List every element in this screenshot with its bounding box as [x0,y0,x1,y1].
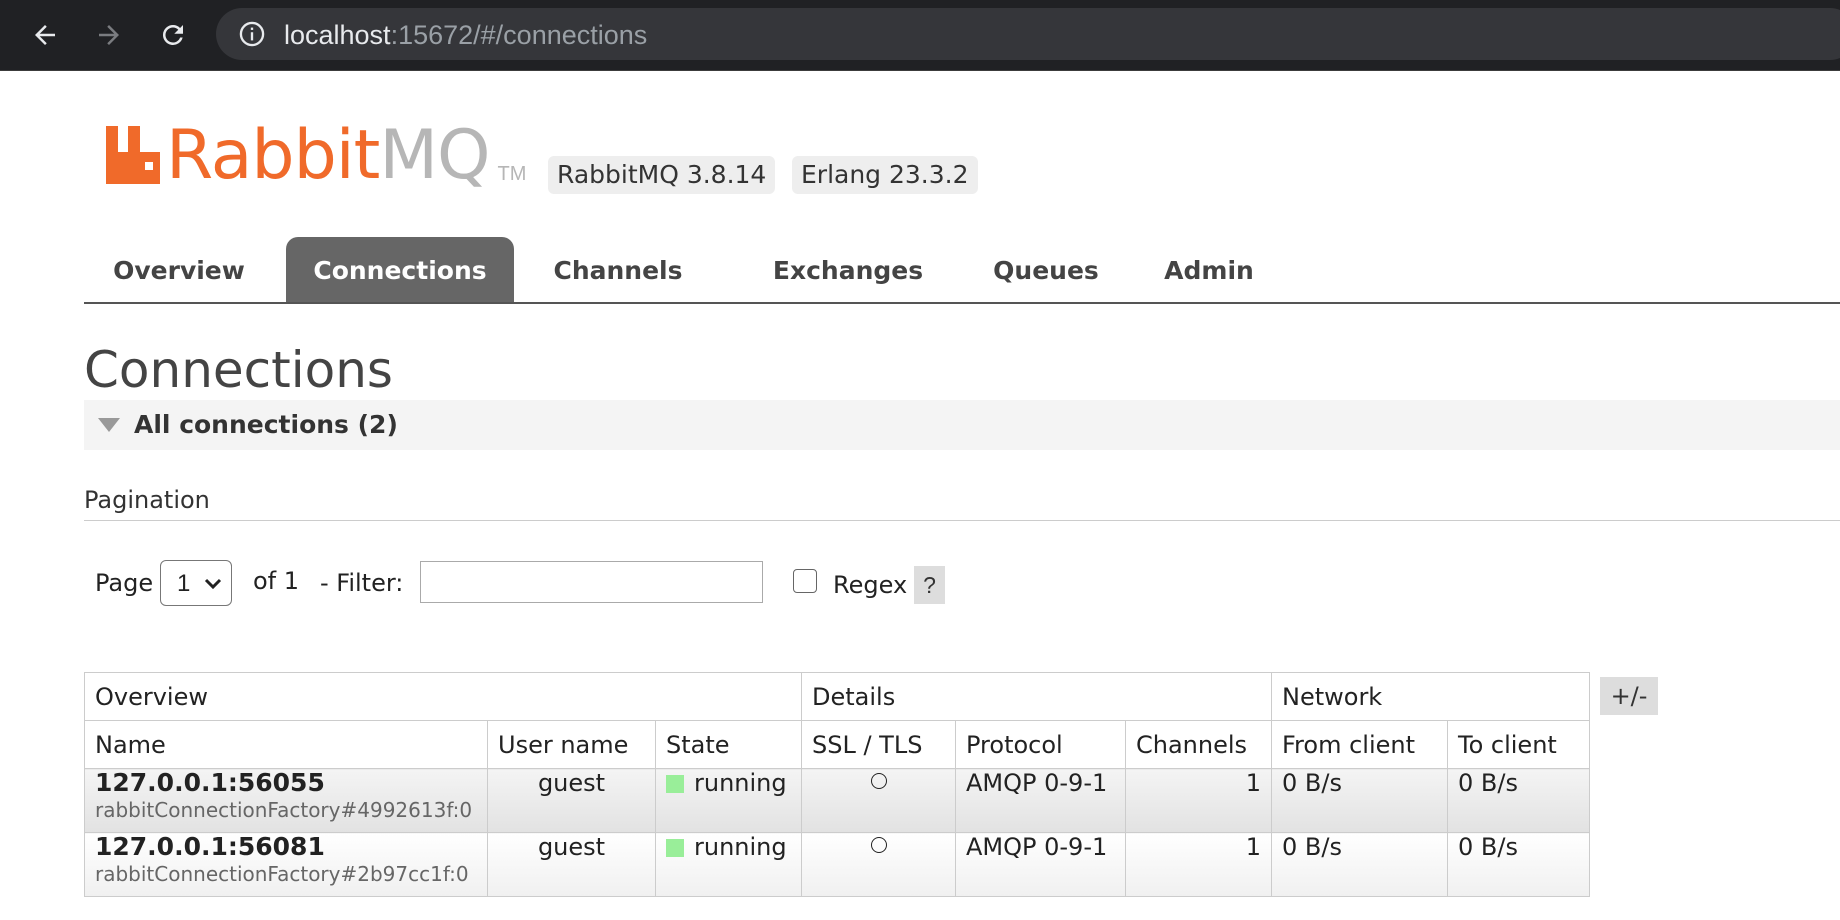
connection-name-cell[interactable]: 127.0.0.1:56081 rabbitConnectionFactory#… [84,832,488,897]
page-select-value: 1 [177,570,191,597]
column-header-from-client[interactable]: From client [1271,720,1448,769]
logo-rabbit-text: Rabbit [166,116,380,195]
ssl-disabled-circle-icon [870,837,887,853]
regex-help-button[interactable]: ? [914,566,945,604]
state-cell: running [655,768,802,833]
pagination-divider [84,520,1840,521]
tab-connections[interactable]: Connections [286,237,514,302]
to-client-cell: 0 B/s [1447,832,1590,897]
column-header-user-name[interactable]: User name [487,720,656,769]
user-name-cell: guest [487,768,656,833]
reload-icon [162,24,183,45]
from-client-cell: 0 B/s [1271,768,1448,833]
group-header-network: Network [1271,672,1590,721]
tab-overview[interactable]: Overview [84,237,274,302]
main-nav-tabs: Overview Connections Channels Exchanges … [84,237,1840,304]
regex-checkbox[interactable] [793,569,817,593]
info-icon[interactable] [238,20,266,48]
page-title: Connections [84,341,393,399]
group-header-details: Details [801,672,1272,721]
regex-label: Regex [833,571,908,599]
logo-mq-text: MQ [379,116,490,195]
back-button[interactable] [24,14,66,56]
ssl-disabled-circle-icon [870,773,887,789]
filter-input[interactable] [420,561,763,603]
ssl-tls-cell [801,768,956,833]
url-host: localhost [284,20,391,50]
page-label: Page [95,569,154,597]
connection-name-link[interactable]: 127.0.0.1:56081 [95,833,477,861]
back-arrow-icon [35,25,55,45]
state-running-indicator [666,775,684,793]
browser-toolbar: localhost:15672/#/connections [0,0,1840,71]
protocol-cell: AMQP 0-9-1 [955,832,1126,897]
state-text: running [694,833,787,861]
channels-cell: 1 [1125,832,1272,897]
column-header-state[interactable]: State [655,720,802,769]
connection-client-name: rabbitConnectionFactory#4992613f:0 [95,798,473,822]
table-row[interactable]: 127.0.0.1:56055 rabbitConnectionFactory#… [84,768,1590,833]
to-client-cell: 0 B/s [1447,768,1590,833]
all-connections-section-toggle[interactable]: All connections (2) [84,400,1840,450]
erlang-version-badge: Erlang 23.3.2 [792,156,978,194]
reload-button[interactable] [152,14,194,56]
column-header-protocol[interactable]: Protocol [955,720,1126,769]
tab-exchanges[interactable]: Exchanges [748,237,948,302]
url-text: localhost:15672/#/connections [284,20,647,50]
ssl-tls-cell [801,832,956,897]
user-name-cell: guest [487,832,656,897]
table-group-header-row: Overview Details Network [84,672,1590,721]
from-client-cell: 0 B/s [1271,832,1448,897]
column-header-name[interactable]: Name [84,720,488,769]
toggle-columns-button[interactable]: +/- [1600,677,1658,715]
forward-button[interactable] [88,14,130,56]
rabbitmq-logo-icon [106,126,160,184]
logo-trademark: TM [497,163,527,185]
channels-cell: 1 [1125,768,1272,833]
column-header-to-client[interactable]: To client [1447,720,1590,769]
state-text: running [694,769,787,797]
tab-admin[interactable]: Admin [1140,237,1278,302]
address-bar[interactable]: localhost:15672/#/connections [216,8,1840,60]
forward-arrow-icon [99,25,119,45]
connection-client-name: rabbitConnectionFactory#2b97cc1f:0 [95,862,469,886]
connection-name-cell[interactable]: 127.0.0.1:56055 rabbitConnectionFactory#… [84,768,488,833]
page-select[interactable]: 1 [160,560,232,606]
filter-label: - Filter: [320,569,404,597]
chevron-down-icon [204,578,222,590]
collapse-triangle-icon [98,418,120,432]
section-title: All connections (2) [134,410,398,439]
protocol-cell: AMQP 0-9-1 [955,768,1126,833]
table-row[interactable]: 127.0.0.1:56081 rabbitConnectionFactory#… [84,832,1590,897]
connection-name-link[interactable]: 127.0.0.1:56055 [95,769,477,797]
rabbitmq-version-badge: RabbitMQ 3.8.14 [548,156,776,194]
tab-queues[interactable]: Queues [968,237,1124,302]
table-column-header-row[interactable]: Name User name State SSL / TLS Protocol … [84,720,1590,769]
state-running-indicator [666,839,684,857]
url-path: :15672/#/connections [390,20,648,50]
connections-table: Overview Details Network Name User name … [84,672,1590,897]
page-count-label: of 1 [253,567,300,595]
column-header-ssl-tls[interactable]: SSL / TLS [801,720,956,769]
group-header-overview: Overview [84,672,802,721]
column-header-channels[interactable]: Channels [1125,720,1272,769]
tab-channels[interactable]: Channels [534,237,702,302]
state-cell: running [655,832,802,897]
rabbitmq-logo[interactable]: Rabbit MQ TM [106,120,526,192]
pagination-heading: Pagination [84,486,210,514]
